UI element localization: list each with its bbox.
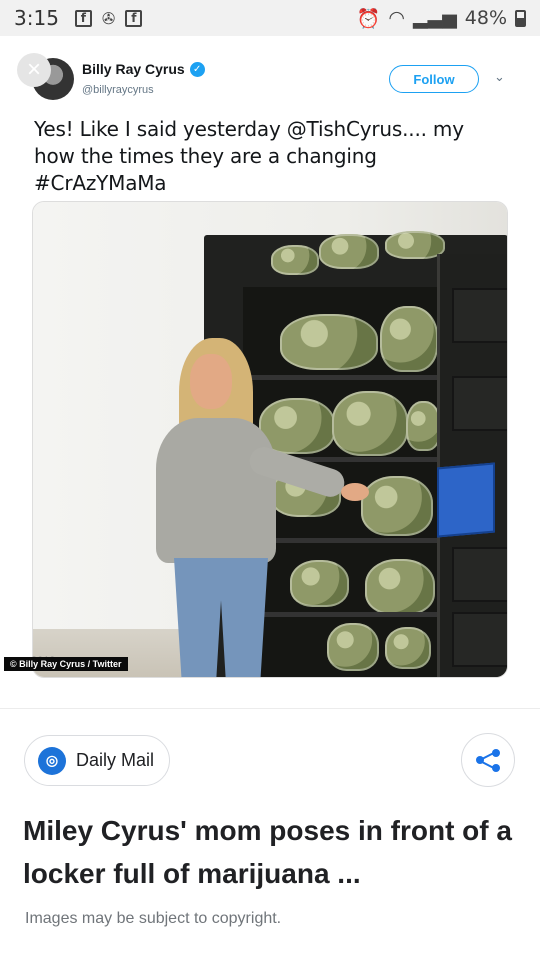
marijuana-bag xyxy=(365,559,435,615)
settings-app-icon: ✇ xyxy=(101,8,116,28)
woman-face xyxy=(190,354,232,409)
section-divider xyxy=(0,708,540,709)
marijuana-bag xyxy=(327,623,379,671)
close-icon[interactable]: × xyxy=(17,53,51,87)
facebook-icon: f xyxy=(125,9,143,27)
battery-percentage: 48% xyxy=(464,7,507,29)
copyright-notice: Images may be subject to copyright. xyxy=(25,910,282,927)
marijuana-bag xyxy=(271,245,319,275)
alarm-icon: ⏰ xyxy=(356,7,381,30)
tweet-photo[interactable] xyxy=(32,201,508,678)
share-icon xyxy=(473,745,503,775)
woman-jeans xyxy=(174,558,268,677)
battery-icon xyxy=(515,9,526,27)
marijuana-bag xyxy=(380,306,438,372)
blue-folder xyxy=(437,462,495,538)
door-pocket xyxy=(452,612,507,667)
marijuana-bag xyxy=(385,627,431,669)
door-pocket xyxy=(452,547,507,602)
woman-sweater xyxy=(156,418,276,563)
marijuana-bag xyxy=(406,401,441,451)
marijuana-bag xyxy=(332,391,408,456)
door-pocket xyxy=(452,288,507,343)
wifi-icon: ◠ xyxy=(388,7,405,29)
globe-icon: ◎ xyxy=(38,746,66,775)
twitter-handle[interactable]: @billyraycyrus xyxy=(82,84,154,96)
display-name[interactable]: Billy Ray Cyrus xyxy=(82,61,185,77)
chevron-down-icon[interactable]: ⌄ xyxy=(494,69,505,85)
marijuana-bag xyxy=(385,231,445,259)
status-right: ⏰ ◠ ▂▃▅ 48% xyxy=(357,7,526,30)
marijuana-bag xyxy=(361,476,433,536)
result-title[interactable]: Miley Cyrus' mom poses in front of a loc… xyxy=(23,809,523,895)
signal-icon: ▂▃▅ xyxy=(412,7,457,29)
tweet-text: Yes! Like I said yesterday @TishCyrus...… xyxy=(34,117,464,195)
embedded-tweet: × Billy Ray Cyrus ✓ @billyraycyrus Follo… xyxy=(0,36,540,704)
marijuana-bag xyxy=(319,234,379,269)
source-chip[interactable]: ◎ Daily Mail xyxy=(24,735,170,786)
facebook-icon: f xyxy=(74,9,92,27)
verified-badge-icon: ✓ xyxy=(189,61,205,77)
status-time: 3:15 xyxy=(14,6,59,30)
photo-credit: © Billy Ray Cyrus / Twitter xyxy=(4,657,128,671)
share-button[interactable] xyxy=(461,733,515,787)
follow-button[interactable]: Follow xyxy=(389,65,479,93)
woman-figure xyxy=(156,338,369,677)
door-pocket xyxy=(452,376,507,431)
source-label: Daily Mail xyxy=(76,750,155,770)
woman-hand xyxy=(341,483,369,501)
tweet-author[interactable]: Billy Ray Cyrus ✓ xyxy=(82,61,205,77)
status-bar: 3:15 f ✇ f ⏰ ◠ ▂▃▅ 48% xyxy=(0,0,540,36)
